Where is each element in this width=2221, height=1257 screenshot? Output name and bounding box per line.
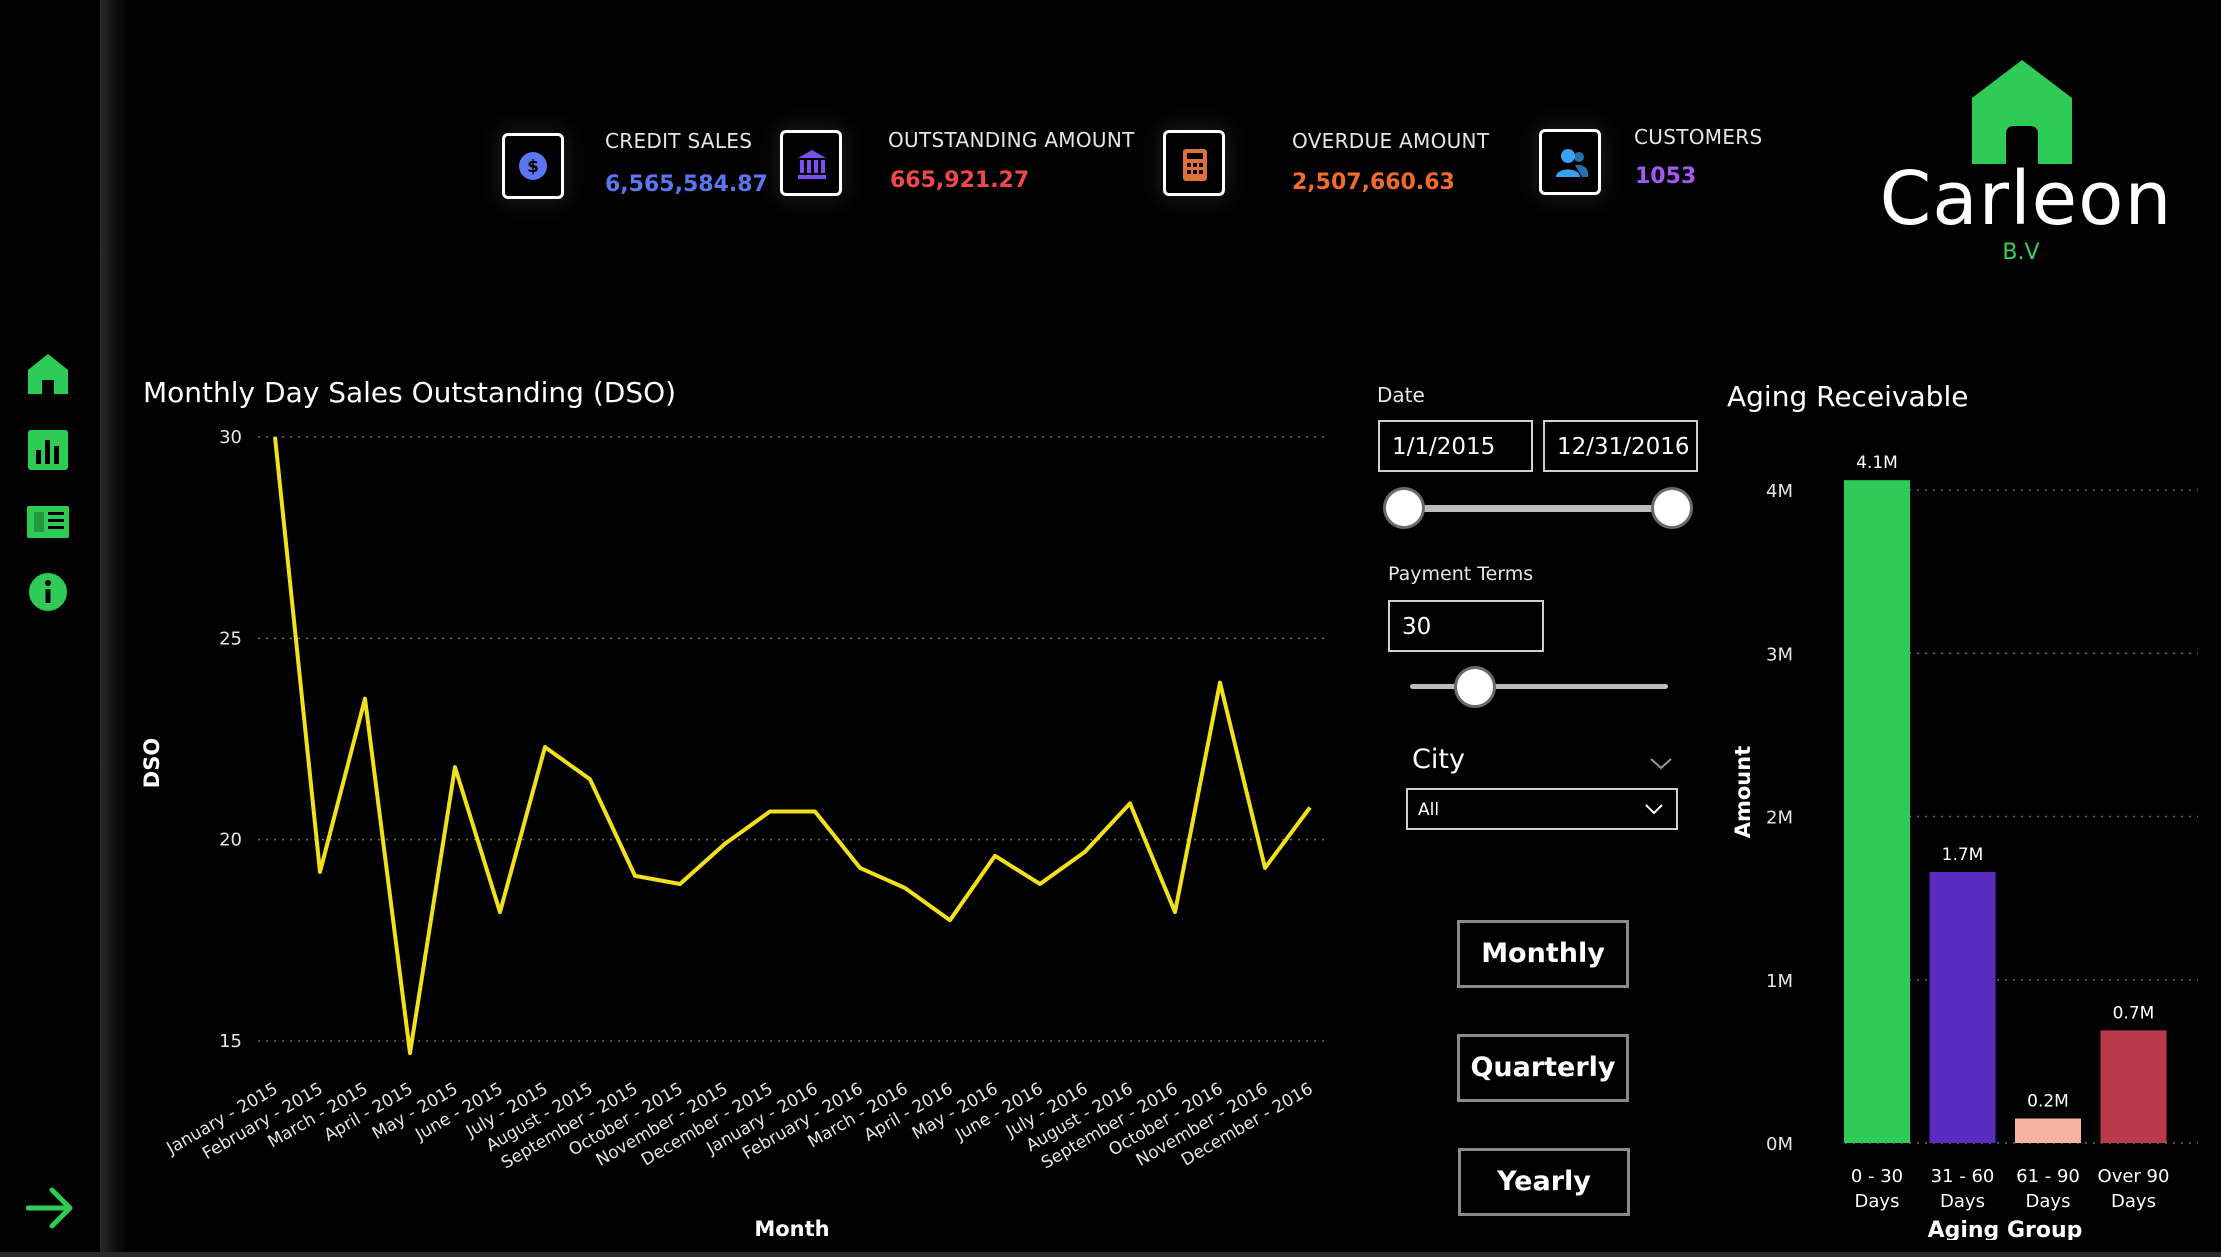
dso-y-tick-label: 20 xyxy=(219,830,242,851)
logo-house-icon xyxy=(1968,58,2076,170)
date-end-input[interactable]: 12/31/2016 xyxy=(1543,420,1698,472)
date-slider-end-handle[interactable] xyxy=(1651,487,1693,529)
date-slicer-label: Date xyxy=(1377,383,1425,407)
chevron-down-icon[interactable] xyxy=(1649,756,1673,775)
kpi-credit-sales-value: 6,565,584.87 xyxy=(605,172,768,197)
dso-y-axis-label: DSO xyxy=(140,738,164,788)
dso-line-chart: 15202530 January - 2015February - 2015Ma… xyxy=(140,427,1330,1241)
dropdown-chevron-icon xyxy=(1645,804,1663,815)
aging-y-tick-label: 3M xyxy=(1766,644,1793,665)
home-icon[interactable] xyxy=(26,352,70,396)
aging-y-tick-label: 2M xyxy=(1766,808,1793,829)
bar-chart-icon[interactable] xyxy=(26,428,70,472)
monthly-button[interactable]: Monthly xyxy=(1457,920,1629,988)
date-slider-track[interactable] xyxy=(1403,505,1673,512)
aging-bar[interactable] xyxy=(2015,1118,2081,1143)
kpi-customers-label: CUSTOMERS xyxy=(1634,125,1763,149)
kpi-credit-sales-label: CREDIT SALES xyxy=(605,129,753,153)
aging-x-tick-label: 31 - 60 xyxy=(1931,1166,1995,1187)
sidebar-shadow xyxy=(100,0,130,1252)
payment-terms-slider-handle[interactable] xyxy=(1453,666,1496,708)
yearly-button[interactable]: Yearly xyxy=(1458,1148,1630,1216)
users-icon xyxy=(1539,129,1601,195)
payment-terms-input[interactable]: 30 xyxy=(1388,600,1544,652)
dso-y-tick-label: 15 xyxy=(219,1031,242,1052)
dso-y-tick-label: 30 xyxy=(219,427,242,448)
kpi-overdue-value: 2,507,660.63 xyxy=(1292,170,1455,195)
aging-bar-chart: 0M 1M 2M 3M 4M 4.1M 0 - 30 Days 1.7M 31 - 60 Days… xyxy=(1731,453,2198,1240)
dso-series-line xyxy=(273,436,1312,1056)
aging-y-tick-label: 1M xyxy=(1766,971,1793,992)
aging-bar[interactable] xyxy=(1929,872,1996,1143)
kpi-outstanding-label: OUTSTANDING AMOUNT xyxy=(888,128,1135,152)
dso-y-tick-label: 25 xyxy=(219,628,242,649)
kpi-outstanding-value: 665,921.27 xyxy=(890,168,1030,193)
kpi-customers-value: 1053 xyxy=(1635,164,1697,189)
aging-bar-data-label: 0.7M xyxy=(2113,1003,2155,1023)
arrow-right-icon[interactable] xyxy=(25,1186,76,1230)
aging-chart-title: Aging Receivable xyxy=(1727,380,1969,413)
aging-y-axis-label: Amount xyxy=(1731,746,1755,839)
logo-subtitle: B.V xyxy=(2002,240,2040,265)
aging-bar-data-label: 4.1M xyxy=(1856,453,1898,473)
city-dropdown[interactable]: All xyxy=(1406,788,1678,830)
info-icon[interactable] xyxy=(26,570,70,614)
aging-x-axis-label: Aging Group xyxy=(1928,1218,2083,1240)
aging-y-tick-label: 4M xyxy=(1766,481,1793,502)
date-start-input[interactable]: 1/1/2015 xyxy=(1378,420,1533,472)
logo-text: Carleon xyxy=(1879,156,2173,242)
aging-bar[interactable] xyxy=(1844,480,1910,1143)
report-icon[interactable] xyxy=(26,500,70,544)
sidebar xyxy=(0,0,102,1252)
aging-bar[interactable] xyxy=(2100,1030,2167,1143)
aging-x-tick-label-line2: Days xyxy=(1940,1191,1985,1212)
payment-terms-slider-track[interactable] xyxy=(1410,684,1668,689)
city-slicer-label: City xyxy=(1412,744,1465,775)
payment-terms-label: Payment Terms xyxy=(1388,563,1534,585)
bank-icon xyxy=(780,130,842,196)
date-slider-start-handle[interactable] xyxy=(1383,487,1425,529)
aging-x-tick-label-line2: Days xyxy=(2026,1191,2071,1212)
aging-x-tick-label: Over 90 xyxy=(2098,1166,2170,1187)
city-dropdown-value: All xyxy=(1418,800,1440,820)
kpi-overdue-label: OVERDUE AMOUNT xyxy=(1292,129,1490,153)
quarterly-button[interactable]: Quarterly xyxy=(1457,1034,1629,1102)
aging-bar-data-label: 1.7M xyxy=(1942,845,1984,865)
aging-bar-data-label: 0.2M xyxy=(2027,1092,2069,1112)
dso-x-axis-label: Month xyxy=(754,1217,829,1241)
aging-x-tick-label: 0 - 30 xyxy=(1851,1166,1903,1187)
aging-x-tick-label-line2: Days xyxy=(2111,1191,2156,1212)
aging-x-tick-label-line2: Days xyxy=(1855,1191,1900,1212)
aging-y-tick-label: 0M xyxy=(1766,1134,1793,1155)
calculator-icon xyxy=(1163,130,1225,196)
aging-x-tick-label: 61 - 90 xyxy=(2016,1166,2080,1187)
svg-text:$: $ xyxy=(527,157,539,177)
dollar-coin-icon: $ xyxy=(502,133,564,199)
